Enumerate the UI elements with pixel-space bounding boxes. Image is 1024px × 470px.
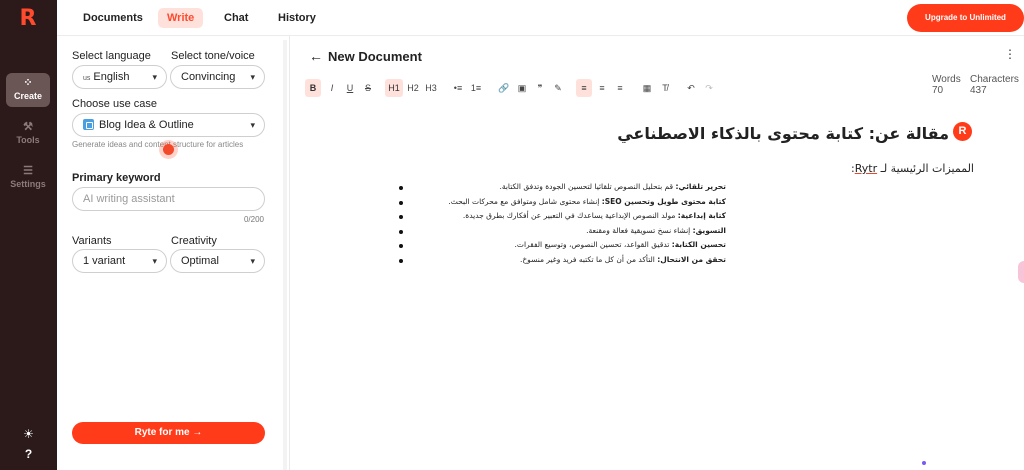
document-title[interactable]: New Document xyxy=(328,49,422,64)
align-left-button[interactable]: ≡ xyxy=(576,79,592,97)
bullet-list-button[interactable]: •≡ xyxy=(450,79,466,97)
blog-doc-icon xyxy=(83,119,94,130)
chevron-down-icon: ▾ xyxy=(250,72,255,82)
h1-button[interactable]: H1 xyxy=(385,79,403,97)
rail-item-create[interactable]: ⁘ Create xyxy=(6,73,50,107)
sliders-icon: ☰ xyxy=(23,165,33,177)
left-rail: R ⁘ Create ⚒ Tools ☰ Settings ☀ ? xyxy=(0,0,57,470)
help-icon[interactable]: ? xyxy=(0,447,57,461)
rail-item-label: Settings xyxy=(10,179,46,189)
tone-label: Select tone/voice xyxy=(171,50,255,62)
rail-item-tools[interactable]: ⚒ Tools xyxy=(6,117,50,151)
write-settings-panel: Select language Select tone/voice us Engl… xyxy=(57,36,290,470)
features-list: تحرير تلقائي: قم بتحليل النصوص تلقائيا ل… xyxy=(391,180,726,268)
usecase-label: Choose use case xyxy=(72,98,157,110)
character-count: Characters 437 xyxy=(970,74,1019,96)
align-center-button[interactable]: ≡ xyxy=(594,79,610,97)
document-subheading: المميزات الرئيسية لـ Rytr: xyxy=(851,162,974,175)
top-nav: Documents Write Chat History Upgrade to … xyxy=(57,0,1024,36)
h3-button[interactable]: H3 xyxy=(422,79,440,97)
list-item: كتابة محتوى طويل وتحسين SEO: إنشاء محتوى… xyxy=(391,195,726,210)
more-options-icon[interactable]: ⋮ xyxy=(1004,48,1016,60)
keyword-label: Primary keyword xyxy=(72,172,161,184)
creativity-label: Creativity xyxy=(171,235,217,247)
creativity-select[interactable]: Optimal ▾ xyxy=(170,249,265,273)
panel-scrollbar[interactable] xyxy=(283,40,287,470)
tab-documents[interactable]: Documents xyxy=(74,8,152,28)
wrench-icon: ⚒ xyxy=(23,121,33,133)
undo-icon[interactable]: ↶ xyxy=(683,79,699,97)
keyword-input[interactable]: AI writing assistant xyxy=(72,187,265,211)
strike-button[interactable]: S xyxy=(360,79,376,97)
underline-button[interactable]: U xyxy=(342,79,358,97)
list-item: تحقق من الانتحال: التأكد من أن كل ما تكت… xyxy=(391,253,726,268)
word-count: Words 70 xyxy=(932,74,961,96)
list-item: كتابة إبداعية: مولد النصوص الإبداعية يسا… xyxy=(391,209,726,224)
variants-label: Variants xyxy=(72,235,112,247)
rail-item-label: Create xyxy=(13,91,42,101)
tab-write[interactable]: Write xyxy=(158,8,204,28)
back-arrow-icon[interactable]: ← xyxy=(309,48,323,64)
list-item: التسويق: إنشاء نسخ تسويقية فعالة ومقنعة. xyxy=(391,224,726,239)
chevron-down-icon: ▾ xyxy=(152,72,157,82)
table-icon[interactable]: ▦ xyxy=(639,79,655,97)
tone-select[interactable]: Convincing ▾ xyxy=(170,65,265,89)
tab-history[interactable]: History xyxy=(269,8,325,28)
ryte-for-me-button[interactable]: Ryte for me → xyxy=(72,422,265,444)
status-dot xyxy=(922,461,926,465)
chevron-down-icon: ▾ xyxy=(152,256,157,266)
upgrade-button[interactable]: Upgrade to Unlimited xyxy=(907,4,1024,32)
document-editor: ← New Document ⋮ B I U S H1 H2 H3 •≡ 1≡ … xyxy=(291,36,1024,470)
h2-button[interactable]: H2 xyxy=(404,79,422,97)
language-label: Select language xyxy=(72,50,151,62)
variants-select[interactable]: 1 variant ▾ xyxy=(72,249,167,273)
cursor-click-indicator xyxy=(159,140,178,159)
clear-format-icon[interactable]: T̸ xyxy=(657,79,673,97)
bold-button[interactable]: B xyxy=(305,79,321,97)
tab-chat[interactable]: Chat xyxy=(215,8,257,28)
quote-icon[interactable]: ❞ xyxy=(532,79,548,97)
chevron-down-icon: ▾ xyxy=(250,120,255,130)
document-heading: مقالة عن: كتابة محتوى بالذكاء الاصطناعي xyxy=(617,124,949,143)
rytr-badge-icon: R xyxy=(953,122,972,141)
image-icon[interactable]: ▣ xyxy=(514,79,530,97)
keyword-counter: 0/200 xyxy=(243,215,264,224)
usecase-select[interactable]: Blog Idea & Outline ▾ xyxy=(72,113,265,137)
rytr-logo[interactable]: R xyxy=(17,8,39,30)
redo-icon[interactable]: ↷ xyxy=(701,79,717,97)
us-flag-icon: us xyxy=(83,75,91,82)
rail-item-label: Tools xyxy=(16,135,40,145)
italic-button[interactable]: I xyxy=(324,79,340,97)
chevron-down-icon: ▾ xyxy=(250,256,255,266)
sparkle-icon: ⁘ xyxy=(23,77,33,89)
align-right-button[interactable]: ≡ xyxy=(612,79,628,97)
highlight-icon[interactable]: ✎ xyxy=(550,79,566,97)
theme-toggle-icon[interactable]: ☀ xyxy=(0,427,57,441)
side-widget-tab[interactable] xyxy=(1018,261,1024,283)
language-select[interactable]: us English ▾ xyxy=(72,65,167,89)
numbered-list-button[interactable]: 1≡ xyxy=(468,79,484,97)
link-icon[interactable]: 🔗 xyxy=(496,79,512,97)
list-item: تحسين الكتابة: تدقيق القواعد، تحسين النص… xyxy=(391,238,726,253)
list-item: تحرير تلقائي: قم بتحليل النصوص تلقائيا ل… xyxy=(391,180,726,195)
rail-item-settings[interactable]: ☰ Settings xyxy=(6,161,50,195)
